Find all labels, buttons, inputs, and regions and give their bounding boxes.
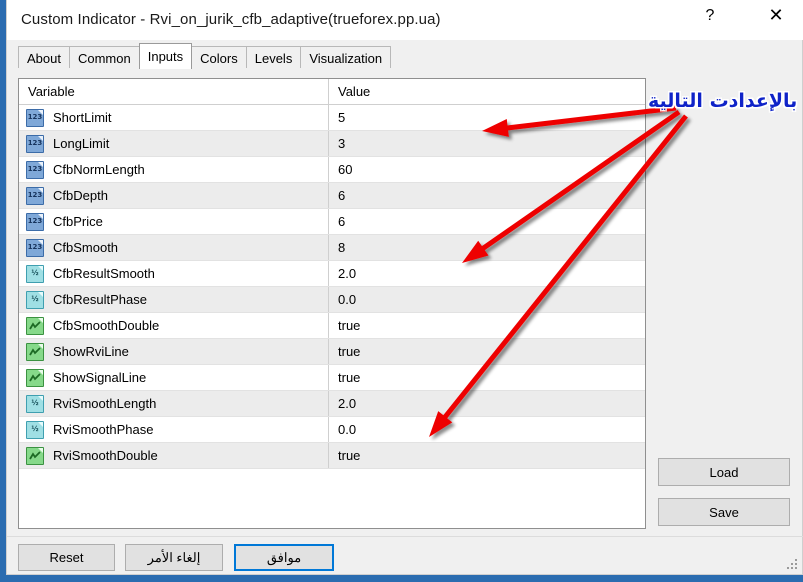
tab-inputs[interactable]: Inputs xyxy=(138,43,193,69)
variable-cell: ShowRviLine xyxy=(19,339,329,364)
double-type-icon: ½ xyxy=(26,290,44,309)
variable-cell: ShowSignalLine xyxy=(19,365,329,390)
ok-button[interactable]: موافق xyxy=(234,544,334,571)
double-type-icon: ½ xyxy=(26,420,44,439)
value-cell[interactable]: true xyxy=(329,313,645,338)
reset-button[interactable]: Reset xyxy=(18,544,115,571)
value-cell[interactable]: 0.0 xyxy=(329,287,645,312)
table-row[interactable]: ½ RviSmoothPhase 0.0 xyxy=(19,417,645,443)
double-type-icon: ½ xyxy=(26,394,44,413)
variable-name: CfbResultSmooth xyxy=(53,266,155,281)
variable-name: CfbSmooth xyxy=(53,240,119,255)
cancel-button[interactable]: إلغاء الأمر xyxy=(125,544,223,571)
bool-type-icon xyxy=(26,446,44,465)
value-cell[interactable]: 6 xyxy=(329,209,645,234)
value-cell[interactable]: true xyxy=(329,443,645,468)
bool-type-icon xyxy=(26,368,44,387)
table-row[interactable]: ½ CfbResultPhase 0.0 xyxy=(19,287,645,313)
variable-cell: RviSmoothDouble xyxy=(19,443,329,468)
table-row[interactable]: ½ CfbResultSmooth 2.0 xyxy=(19,261,645,287)
variable-name: CfbResultPhase xyxy=(53,292,147,307)
variable-cell: ½ RviSmoothLength xyxy=(19,391,329,416)
custom-indicator-dialog: Custom Indicator - Rvi_on_jurik_cfb_adap… xyxy=(6,0,803,575)
table-row[interactable]: CfbSmoothDouble true xyxy=(19,313,645,339)
column-header-variable: Variable xyxy=(19,79,329,104)
variable-name: CfbSmoothDouble xyxy=(53,318,160,333)
int-type-icon: 123 xyxy=(26,186,44,205)
variable-name: CfbPrice xyxy=(53,214,103,229)
table-row[interactable]: RviSmoothDouble true xyxy=(19,443,645,469)
variable-name: RviSmoothLength xyxy=(53,396,157,411)
variable-cell: 123 CfbNormLength xyxy=(19,157,329,182)
title-bar: Custom Indicator - Rvi_on_jurik_cfb_adap… xyxy=(7,0,803,40)
variable-cell: CfbSmoothDouble xyxy=(19,313,329,338)
tab-colors[interactable]: Colors xyxy=(191,46,247,69)
save-button[interactable]: Save xyxy=(658,498,790,526)
resize-grip[interactable] xyxy=(787,559,799,571)
variable-cell: 123 CfbSmooth xyxy=(19,235,329,260)
variable-name: ShowRviLine xyxy=(53,344,129,359)
table-row[interactable]: 123 CfbNormLength 60 xyxy=(19,157,645,183)
int-type-icon: 123 xyxy=(26,212,44,231)
variable-name: LongLimit xyxy=(53,136,110,151)
table-row[interactable]: ½ RviSmoothLength 2.0 xyxy=(19,391,645,417)
int-type-icon: 123 xyxy=(26,134,44,153)
column-header-value: Value xyxy=(338,84,371,99)
tab-about[interactable]: About xyxy=(18,46,70,69)
tab-visualization[interactable]: Visualization xyxy=(300,46,392,69)
value-cell[interactable]: true xyxy=(329,339,645,364)
value-cell[interactable]: 2.0 xyxy=(329,261,645,286)
close-icon[interactable]: ✕ xyxy=(753,0,799,31)
variable-name: RviSmoothPhase xyxy=(53,422,154,437)
arabic-annotation-text: بالإعدادت التالية xyxy=(648,90,798,112)
variable-cell: ½ RviSmoothPhase xyxy=(19,417,329,442)
window-title: Custom Indicator - Rvi_on_jurik_cfb_adap… xyxy=(21,11,441,28)
table-row[interactable]: ShowRviLine true xyxy=(19,339,645,365)
bool-type-icon xyxy=(26,316,44,335)
variable-name: CfbNormLength xyxy=(53,162,145,177)
table-row[interactable]: ShowSignalLine true xyxy=(19,365,645,391)
variable-cell: ½ CfbResultPhase xyxy=(19,287,329,312)
parameters-table[interactable]: Variable Value 123 ShortLimit 5 123 LongLimi… xyxy=(18,78,646,529)
bottom-divider xyxy=(7,536,803,537)
variable-name: RviSmoothDouble xyxy=(53,448,158,463)
table-row[interactable]: 123 CfbSmooth 8 xyxy=(19,235,645,261)
value-cell[interactable]: 60 xyxy=(329,157,645,182)
double-type-icon: ½ xyxy=(26,264,44,283)
table-header-row: Variable Value xyxy=(19,79,645,105)
variable-name: ShortLimit xyxy=(53,110,112,125)
tab-common[interactable]: Common xyxy=(68,46,140,69)
table-row[interactable]: 123 ShortLimit 5 xyxy=(19,105,645,131)
int-type-icon: 123 xyxy=(26,108,44,127)
int-type-icon: 123 xyxy=(26,238,44,257)
table-row[interactable]: 123 CfbDepth 6 xyxy=(19,183,645,209)
table-body: 123 ShortLimit 5 123 LongLimit 3 123 CfbNormLen… xyxy=(19,105,645,469)
value-cell[interactable]: 5 xyxy=(329,105,645,130)
tab-strip: About Common Inputs Colors Levels Visualizati… xyxy=(18,43,392,69)
variable-cell: 123 CfbPrice xyxy=(19,209,329,234)
value-cell[interactable]: true xyxy=(329,365,645,390)
table-row[interactable]: 123 CfbPrice 6 xyxy=(19,209,645,235)
variable-name: ShowSignalLine xyxy=(53,370,147,385)
tab-levels[interactable]: Levels xyxy=(245,46,302,69)
value-cell[interactable]: 3 xyxy=(329,131,645,156)
variable-cell: 123 CfbDepth xyxy=(19,183,329,208)
load-button[interactable]: Load xyxy=(658,458,790,486)
value-cell[interactable]: 6 xyxy=(329,183,645,208)
int-type-icon: 123 xyxy=(26,160,44,179)
variable-cell: 123 ShortLimit xyxy=(19,105,329,130)
variable-cell: 123 LongLimit xyxy=(19,131,329,156)
bool-type-icon xyxy=(26,342,44,361)
variable-cell: ½ CfbResultSmooth xyxy=(19,261,329,286)
value-cell[interactable]: 2.0 xyxy=(329,391,645,416)
value-cell[interactable]: 8 xyxy=(329,235,645,260)
help-icon[interactable]: ? xyxy=(687,0,733,31)
variable-name: CfbDepth xyxy=(53,188,108,203)
value-cell[interactable]: 0.0 xyxy=(329,417,645,442)
table-row[interactable]: 123 LongLimit 3 xyxy=(19,131,645,157)
